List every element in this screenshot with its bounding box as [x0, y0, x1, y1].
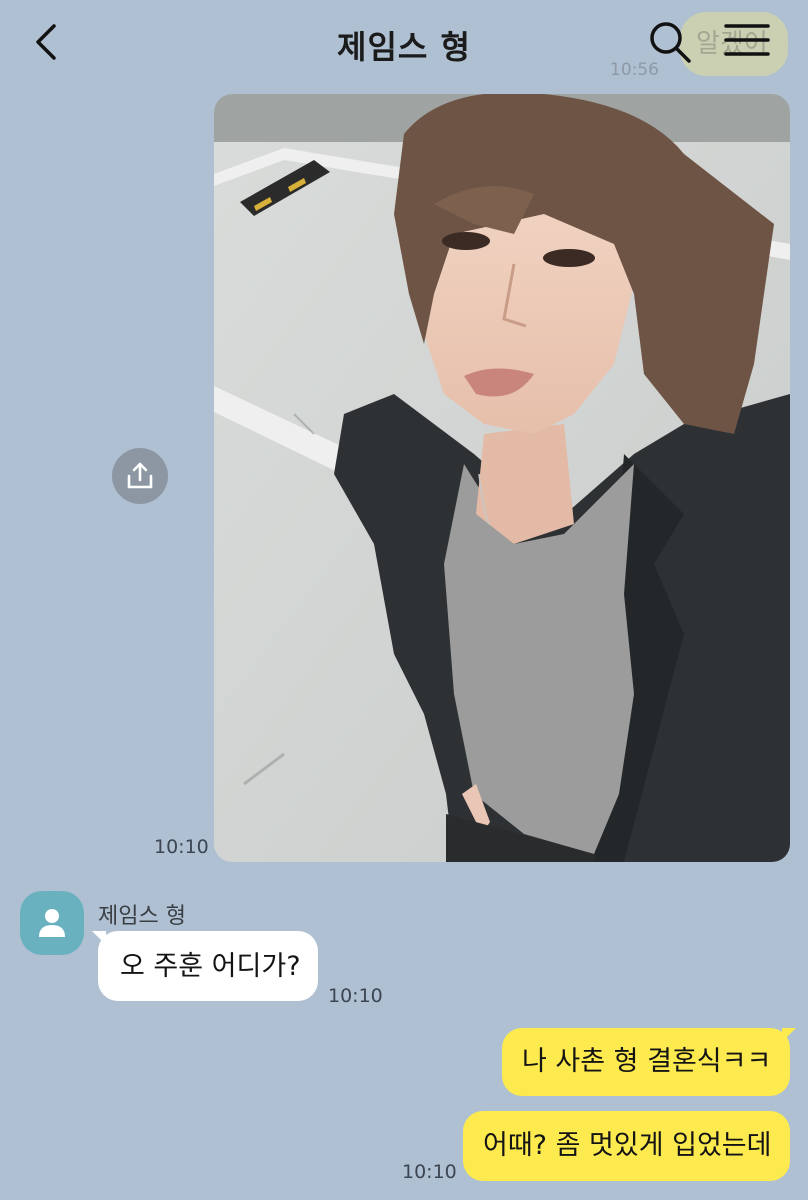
- sender-avatar[interactable]: [20, 891, 84, 955]
- outgoing-message-text: 나 사촌 형 결혼식ㅋㅋ: [522, 1046, 772, 1077]
- sender-name: 제임스 형: [98, 904, 186, 929]
- person-icon: [39, 909, 65, 937]
- search-icon: [650, 22, 691, 63]
- chat-header: 알겠어 10:56 제임스 형: [0, 0, 808, 84]
- outgoing-message-time: 10:10: [402, 1161, 457, 1183]
- photo-message[interactable]: [214, 94, 790, 862]
- outgoing-message-bubble[interactable]: 나 사촌 형 결혼식ㅋㅋ: [502, 1028, 790, 1096]
- chevron-left-icon: [36, 24, 56, 60]
- menu-button[interactable]: [722, 18, 772, 64]
- incoming-message-text: 오 주훈 어디가?: [120, 951, 301, 982]
- selfie-photo: [214, 94, 790, 862]
- outgoing-message-bubble[interactable]: 어때? 좀 멋있게 입었는데: [463, 1111, 790, 1181]
- back-button[interactable]: [28, 20, 68, 64]
- share-button[interactable]: [112, 448, 168, 504]
- incoming-message-bubble[interactable]: 오 주훈 어디가?: [98, 931, 318, 1001]
- share-upload-icon: [127, 462, 153, 489]
- outgoing-message-text: 어때? 좀 멋있게 입었는데: [483, 1130, 772, 1161]
- photo-message-time: 10:10: [154, 836, 209, 858]
- incoming-message-time: 10:10: [328, 985, 383, 1007]
- hamburger-menu-icon: [724, 24, 770, 56]
- search-button[interactable]: [646, 18, 694, 66]
